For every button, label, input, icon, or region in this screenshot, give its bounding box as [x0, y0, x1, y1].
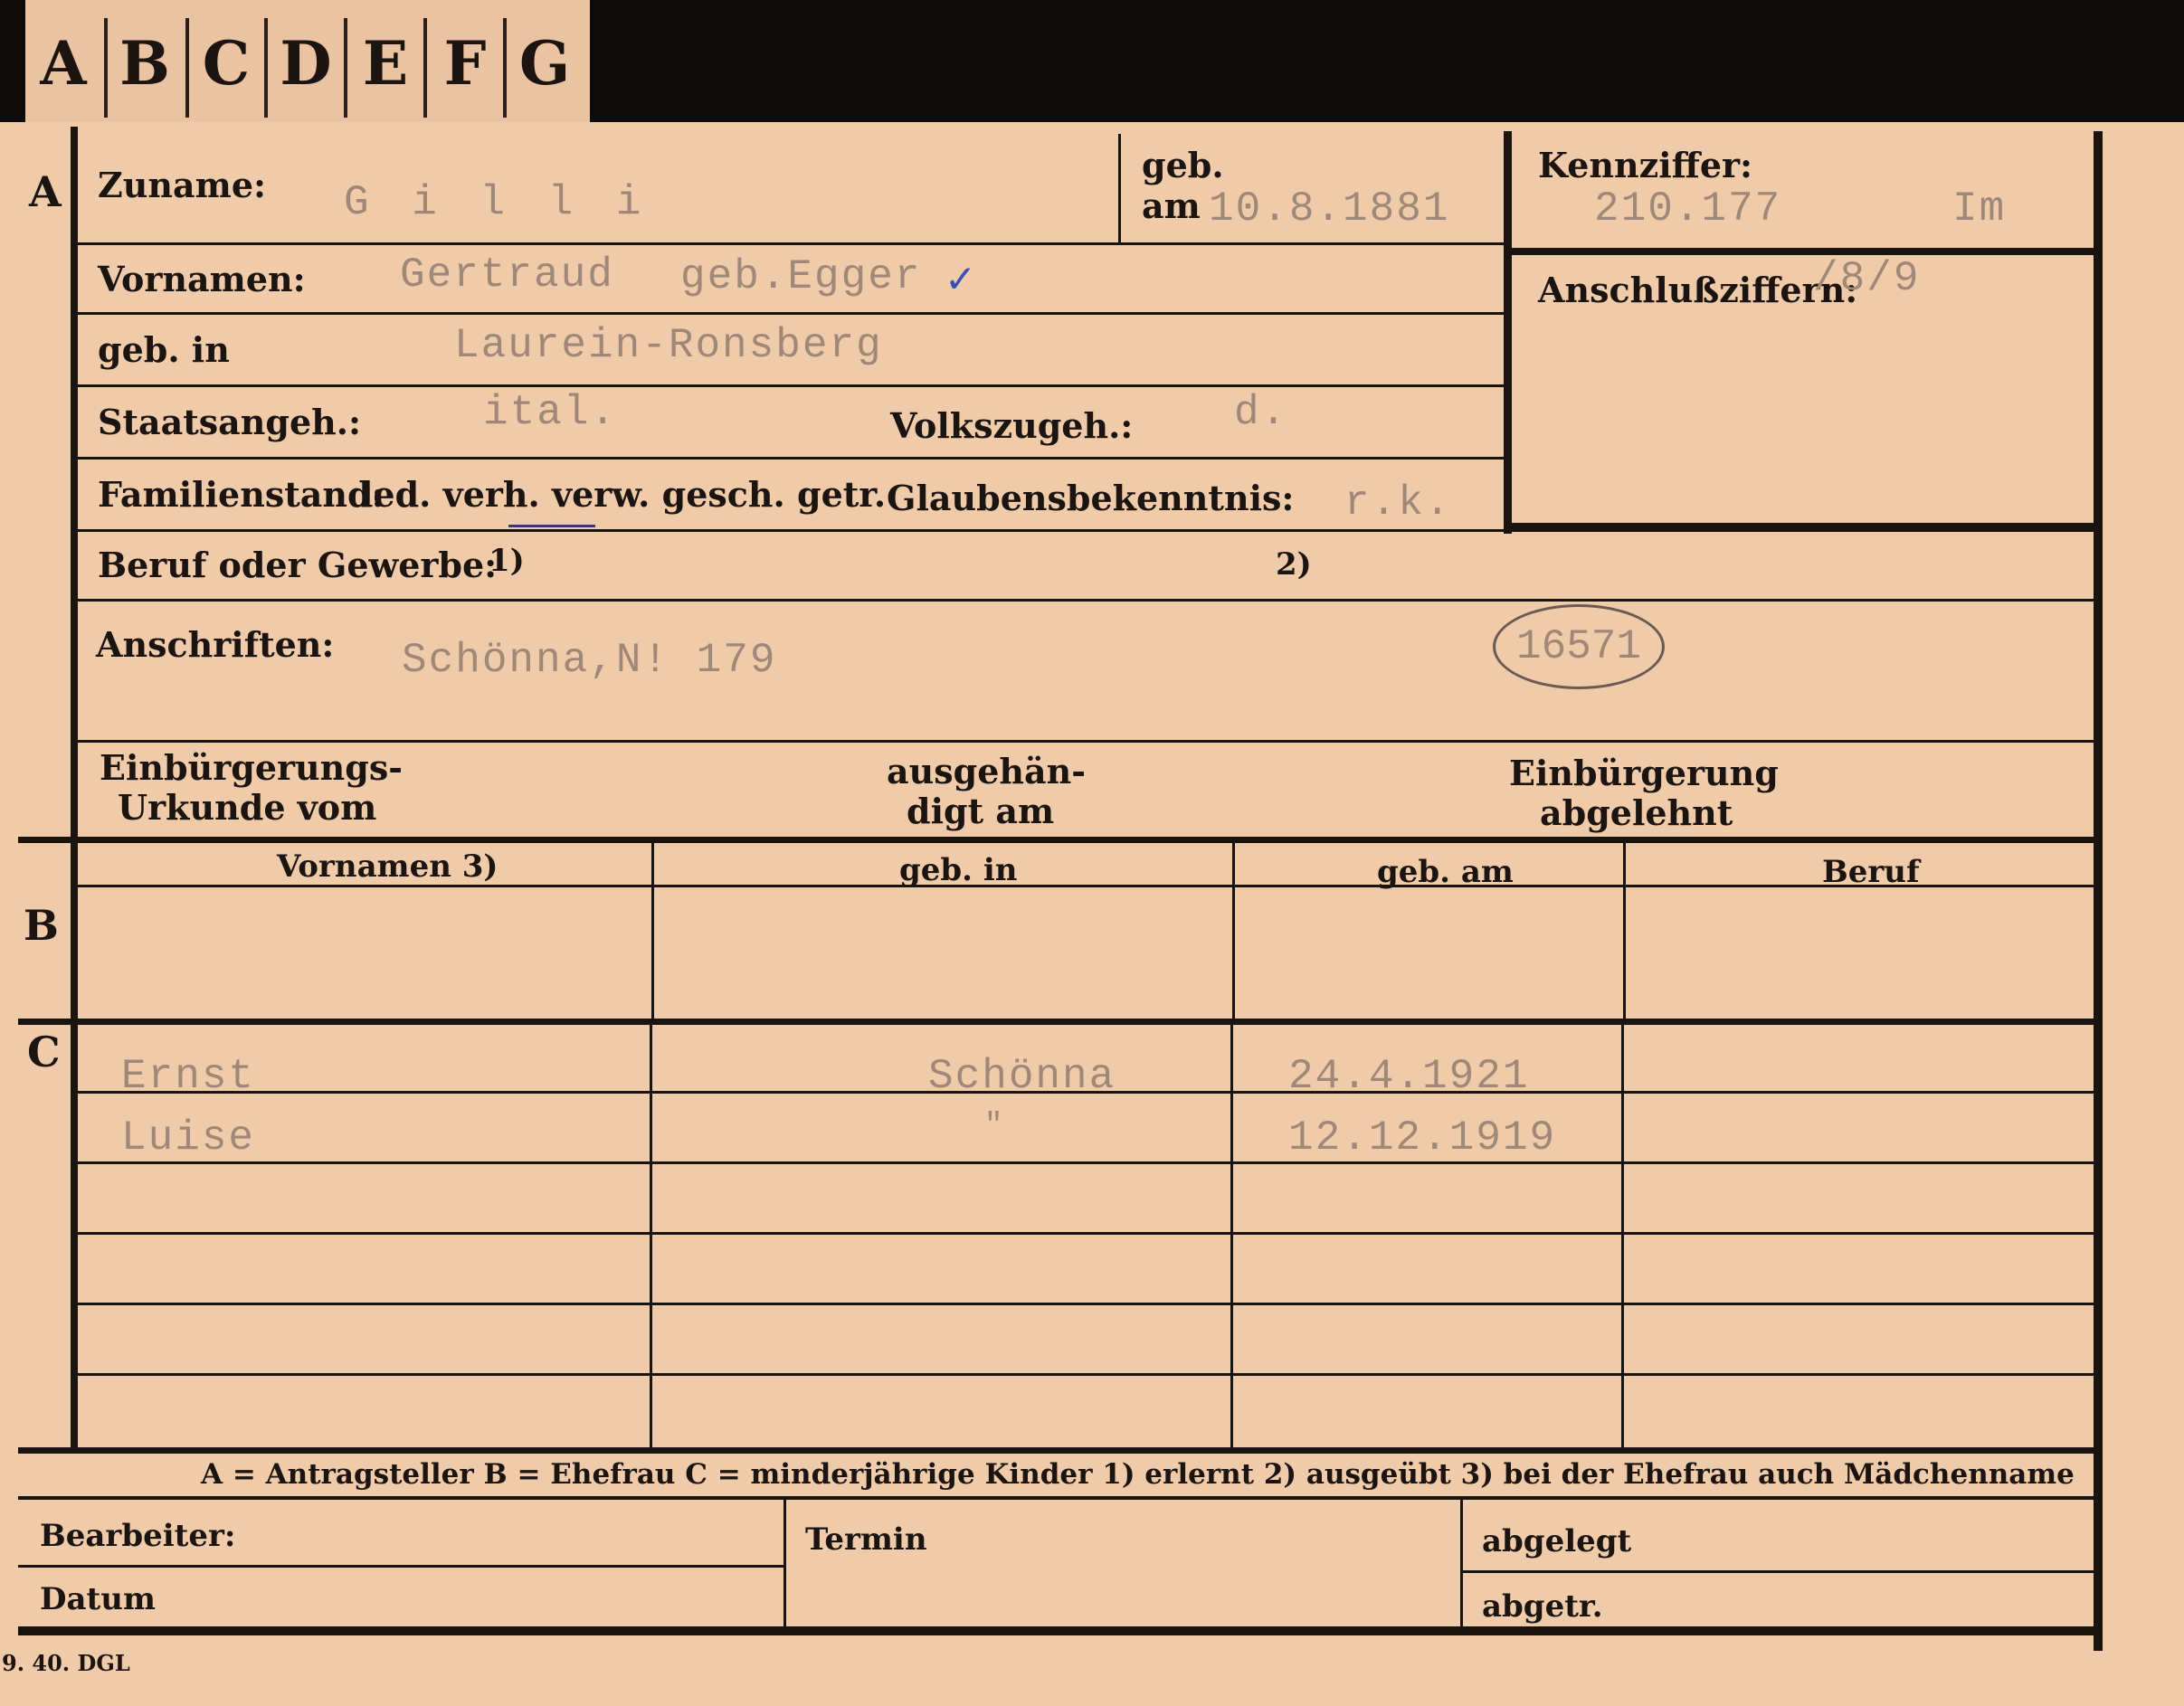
zuname-value: G i l l i [344, 179, 650, 226]
letter-tabs: A B C D E F G [25, 0, 590, 122]
anschriften-value: Schönna,N! 179 [402, 637, 777, 684]
familien-options: led. verh. verw. gesch. getr. [360, 474, 887, 515]
vornamen-label: Vornamen: [98, 259, 306, 299]
einb-urkunde-label-2: Urkunde vom [118, 787, 377, 828]
volks-label: Volkszugeh.: [890, 405, 1134, 446]
legend: A = Antragsteller B = Ehefrau C = minder… [201, 1458, 2075, 1491]
b-header-beruf: Beruf [1822, 854, 1920, 890]
anschluss-label: Anschlußziffern: [1538, 270, 1858, 310]
section-letter-a: A [29, 167, 62, 216]
anschluss-value: /8/9 [1813, 255, 1921, 302]
tab-b[interactable]: B [107, 9, 183, 118]
imprint: 9. 40. DGL [2, 1650, 130, 1676]
anschriften-label: Anschriften: [96, 624, 335, 665]
staats-value: ital. [483, 389, 618, 436]
glaubens-label: Glaubensbekenntnis: [887, 478, 1295, 518]
kennziffer-label: Kennziffer: [1538, 145, 1753, 185]
tab-d[interactable]: D [268, 9, 344, 118]
b-header-geb-am: geb. am [1377, 854, 1514, 890]
einb-abgelehnt-label-2: abgelehnt [1540, 792, 1733, 833]
tab-a[interactable]: A [25, 9, 101, 118]
tab-g[interactable]: G [507, 9, 583, 118]
child-date: 12.12.1919 [1288, 1114, 1557, 1161]
child-name: Luise [121, 1114, 256, 1161]
ausgehaendigt-label-1: ausgehän- [887, 751, 1087, 791]
check-mark: ✓ [945, 257, 977, 301]
geb-in-value: Laurein-Ronsberg [454, 322, 883, 369]
abgetr-label: abgetr. [1482, 1588, 1603, 1625]
staats-label: Staatsangeh.: [98, 402, 362, 442]
tab-e[interactable]: E [347, 9, 423, 118]
child-name: Ernst [121, 1053, 256, 1100]
kennziffer-value: 210.177 [1594, 185, 1782, 232]
section-letter-c: C [27, 1028, 61, 1076]
b-header-vornamen: Vornamen 3) [277, 848, 499, 885]
am-label: am [1142, 185, 1201, 226]
section-letter-b: B [24, 901, 59, 950]
zuname-label: Zuname: [98, 165, 267, 205]
termin-label: Termin [805, 1521, 927, 1558]
stamp-number: 16571 [1493, 604, 1665, 689]
b-header-geb-in: geb. in [899, 852, 1018, 888]
volks-value: d. [1234, 389, 1288, 436]
geb-in-label: geb. in [98, 329, 230, 370]
geb-label: geb. [1142, 145, 1224, 185]
tab-f[interactable]: F [427, 9, 503, 118]
geb-name-value: geb.Egger [680, 253, 922, 300]
glaubens-value: r.k. [1344, 479, 1452, 526]
beruf-label: Beruf oder Gewerbe: [98, 545, 498, 585]
tab-c[interactable]: C [188, 9, 264, 118]
kennziffer-mark: Im [1952, 185, 2007, 232]
einb-urkunde-label-1: Einbürgerungs- [100, 747, 404, 788]
ausgehaendigt-label-2: digt am [907, 791, 1055, 831]
datum-label: Datum [40, 1581, 156, 1617]
vornamen-value: Gertraud [400, 251, 614, 299]
child-date: 24.4.1921 [1288, 1053, 1530, 1100]
bearbeiter-label: Bearbeiter: [40, 1518, 236, 1554]
abgelegt-label: abgelegt [1482, 1523, 1632, 1559]
beruf-fn1: 1) [489, 543, 525, 579]
child-place: Schönna [928, 1053, 1116, 1100]
beruf-fn2: 2) [1276, 546, 1312, 583]
geb-am-value: 10.8.1881 [1209, 185, 1450, 232]
einb-abgelehnt-label-1: Einbürgerung [1509, 753, 1779, 793]
familien-label: Familienstand: [98, 474, 385, 515]
child-place: " [984, 1109, 1005, 1143]
